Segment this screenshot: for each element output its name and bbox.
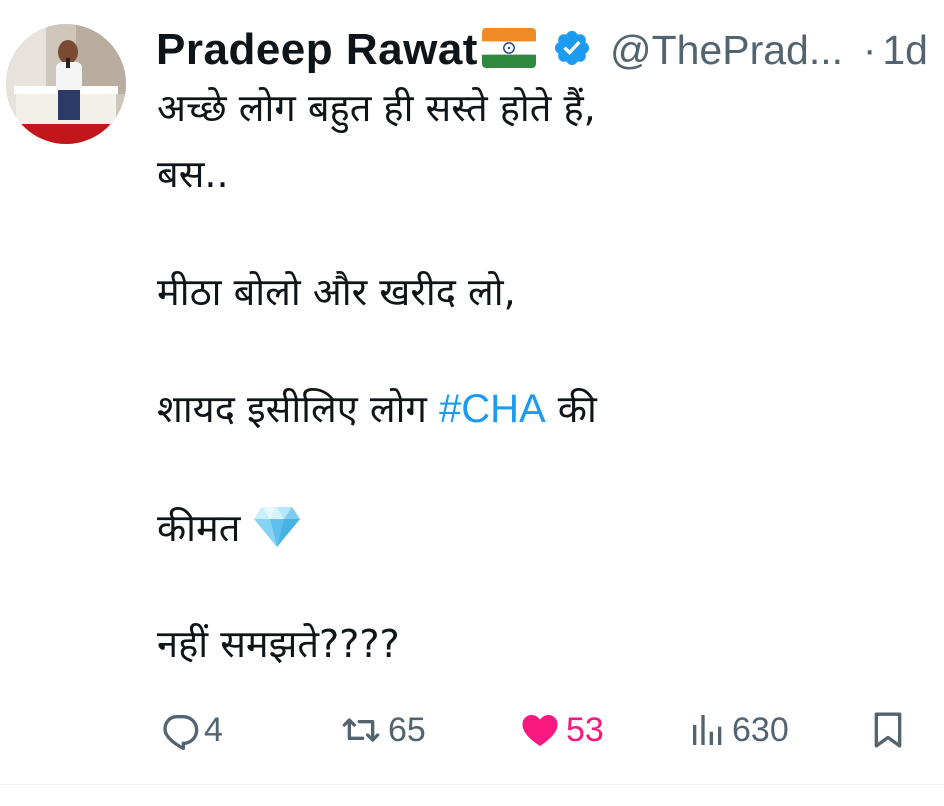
tweet-line-5: कीमत [157,503,302,561]
retweet-count: 65 [388,710,426,749]
views-icon [688,710,728,750]
avatar[interactable] [6,24,126,144]
hashtag-link[interactable]: #CHA [439,387,546,431]
gem-stone-icon [252,505,302,561]
india-flag-icon [481,28,536,72]
tweet-header: Pradeep Rawat @ThePrad... · 1d [156,22,928,78]
timestamp[interactable]: 1d [882,27,928,74]
views-button[interactable]: 630 [688,700,789,760]
retweet-icon [338,710,384,750]
tweet-line-1: अच्छे लोग बहुत ही सस्ते होते हैं, [157,86,596,130]
reply-button[interactable]: 4 [160,700,223,760]
tweet-line-4-suffix: की [557,387,597,431]
heart-icon [518,710,562,750]
action-bar: 4 65 53 630 [160,700,920,760]
reply-icon [160,710,200,750]
like-count: 53 [566,710,604,749]
bookmark-icon [868,708,908,752]
tweet-line-6: नहीं समझते???? [157,622,400,666]
verified-badge-icon[interactable] [552,28,592,72]
tweet-line-2: बस.. [157,152,229,196]
avatar-photo [6,24,126,144]
retweet-button[interactable]: 65 [338,700,426,760]
reply-count: 4 [204,710,223,749]
author-name[interactable]: Pradeep Rawat [156,25,478,75]
separator-dot: · [863,27,877,72]
tweet-line-4-text: शायद इसीलिए लोग [157,387,427,431]
author-handle[interactable]: @ThePrad... [610,27,843,74]
tweet-line-5-text: कीमत [157,506,241,550]
divider [0,784,944,785]
tweet-line-4: शायद इसीलिए लोग #CHA की [157,384,597,434]
like-button[interactable]: 53 [518,700,604,760]
bookmark-button[interactable] [868,700,908,760]
tweet-line-3: मीठा बोलो और खरीद लो, [157,270,516,314]
views-count: 630 [732,710,789,749]
